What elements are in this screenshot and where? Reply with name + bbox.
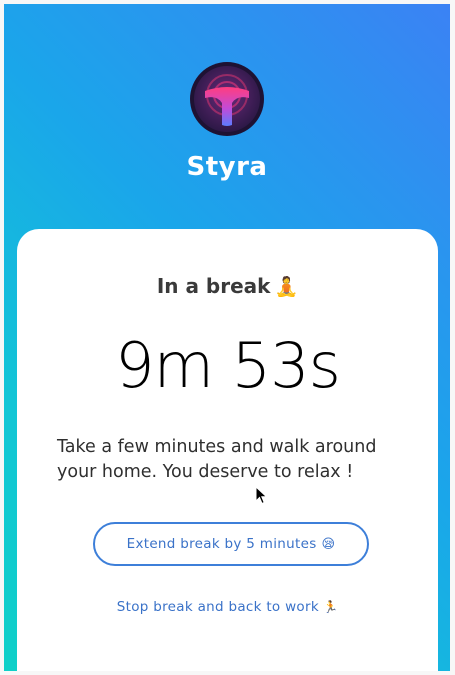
meditation-emoji-icon: 🧘 xyxy=(274,276,299,298)
stop-break-label: Stop break and back to work xyxy=(116,599,319,615)
break-card: In a break 🧘 9m 53s Take a few minutes an… xyxy=(17,229,438,671)
extend-break-button[interactable]: Extend break by 5 minutes 😪 xyxy=(93,522,369,566)
break-status-label: In a break xyxy=(156,274,271,298)
app-title: Styra xyxy=(186,152,268,182)
running-emoji-icon: 🏃 xyxy=(322,600,339,614)
break-message: Take a few minutes and walk around your … xyxy=(57,437,377,482)
sleepy-emoji-icon: 😪 xyxy=(321,536,336,552)
styra-logo-icon xyxy=(190,62,264,136)
app-background: Styra In a break 🧘 9m 53s Take a few minu… xyxy=(4,4,450,671)
app-window: Styra In a break 🧘 9m 53s Take a few minu… xyxy=(0,0,455,675)
stop-break-link[interactable]: Stop break and back to work 🏃 xyxy=(17,599,438,615)
extend-break-label: Extend break by 5 minutes xyxy=(126,536,317,552)
break-status-heading: In a break 🧘 xyxy=(17,274,438,298)
break-timer: 9m 53s xyxy=(115,329,341,402)
mouse-cursor-icon xyxy=(255,486,268,505)
